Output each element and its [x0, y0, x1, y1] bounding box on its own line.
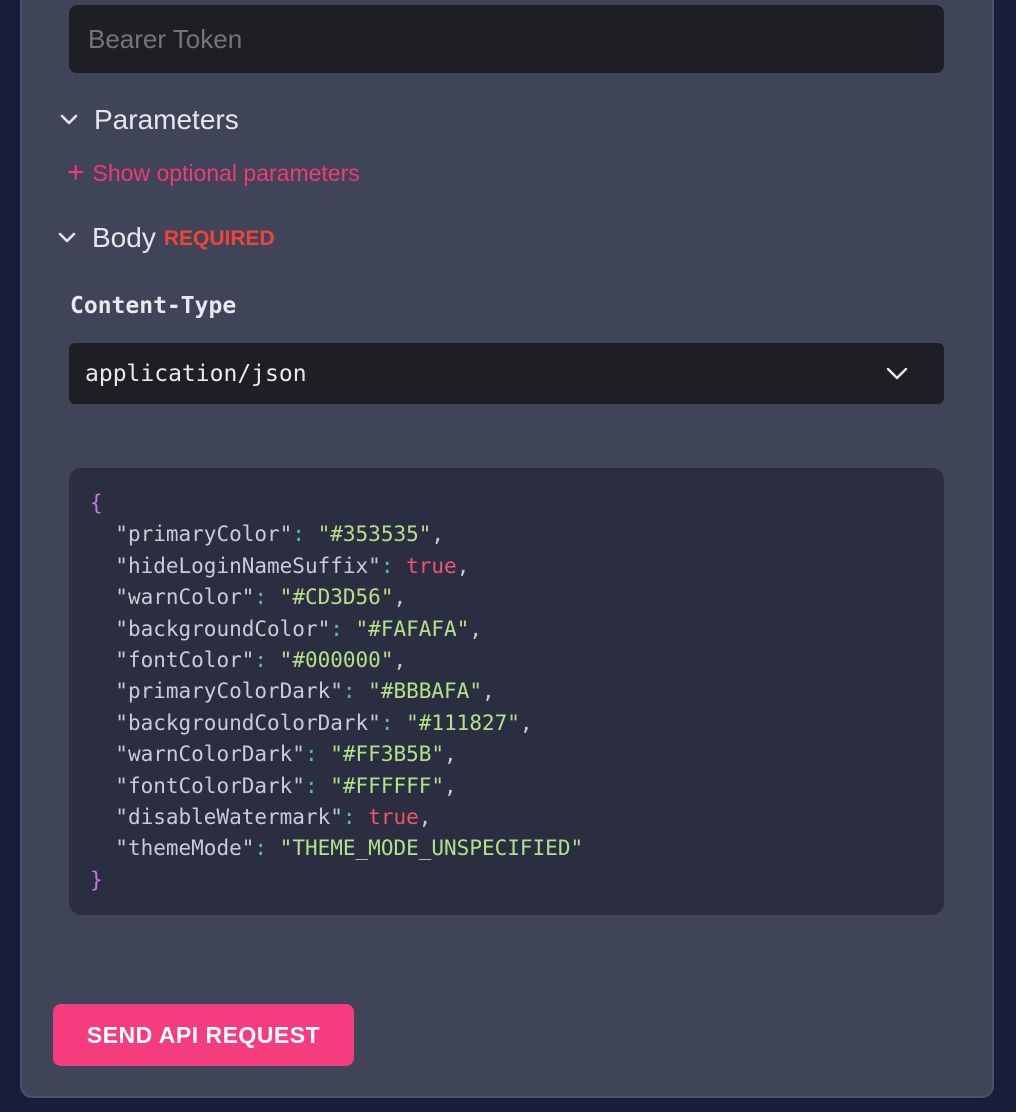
json-key: "primaryColor" — [115, 522, 293, 547]
content-type-value: application/json — [85, 360, 307, 387]
json-key: "hideLoginNameSuffix" — [115, 553, 381, 578]
json-value: "#FF3B5B" — [330, 742, 445, 767]
json-line: "disableWatermark": true, — [115, 805, 432, 830]
json-line: "hideLoginNameSuffix": true, — [115, 553, 470, 578]
send-api-request-button[interactable]: SEND API REQUEST — [53, 1004, 354, 1066]
plus-icon: + — [67, 156, 85, 189]
json-key: "warnColorDark" — [115, 742, 305, 767]
json-key: "themeMode" — [115, 836, 255, 861]
json-key: "backgroundColorDark" — [115, 710, 381, 735]
json-value: "#353535" — [317, 522, 432, 547]
json-line: "fontColorDark": "#FFFFFF", — [115, 773, 457, 798]
json-key: "warnColor" — [115, 585, 255, 610]
json-value: "#111827" — [406, 710, 520, 735]
request-body-editor[interactable]: { "primaryColor": "#353535", "hideLoginN… — [69, 468, 944, 915]
json-line: "backgroundColor": "#FAFAFA", — [115, 616, 482, 641]
bearer-token-input[interactable] — [69, 5, 944, 73]
show-optional-parameters-link[interactable]: + Show optional parameters — [67, 158, 360, 188]
json-key: "backgroundColor" — [115, 616, 331, 641]
json-close-brace: } — [90, 867, 103, 892]
content-type-select[interactable]: application/json — [69, 343, 944, 404]
json-line: "primaryColor": "#353535", — [115, 522, 445, 547]
json-line: "themeMode": "THEME_MODE_UNSPECIFIED" — [115, 836, 584, 861]
json-line: "warnColor": "#CD3D56", — [115, 585, 407, 610]
required-badge: REQUIRED — [163, 227, 275, 250]
json-line: "backgroundColorDark": "#111827", — [115, 710, 533, 735]
json-line: "warnColorDark": "#FF3B5B", — [115, 742, 457, 767]
parameters-title: Parameters — [94, 104, 239, 135]
content-type-label: Content-Type — [70, 293, 237, 319]
parameters-section-toggle[interactable]: Parameters — [60, 104, 239, 136]
body-section-toggle[interactable]: Body REQUIRED — [58, 222, 275, 254]
json-value: "#CD3D56" — [279, 585, 394, 610]
json-value: "#FAFAFA" — [355, 616, 470, 641]
json-lines: "primaryColor": "#353535", "hideLoginNam… — [90, 519, 944, 864]
body-title: Body — [92, 222, 156, 253]
json-value: "#FFFFFF" — [330, 773, 445, 798]
chevron-down-icon — [58, 232, 76, 243]
json-line: "fontColor": "#000000", — [115, 648, 407, 673]
json-value: true — [368, 805, 419, 830]
json-value: "#000000" — [279, 648, 394, 673]
json-value: "#BBBAFA" — [368, 679, 482, 704]
json-key: "disableWatermark" — [115, 805, 343, 830]
chevron-down-icon — [60, 114, 78, 125]
json-value: "THEME_MODE_UNSPECIFIED" — [279, 836, 584, 861]
json-value: true — [406, 553, 457, 578]
json-key: "fontColorDark" — [115, 773, 305, 798]
chevron-down-icon — [886, 367, 908, 379]
json-open-brace: { — [90, 491, 103, 515]
json-key: "primaryColorDark" — [115, 679, 343, 704]
json-line: "primaryColorDark": "#BBBAFA", — [115, 679, 495, 704]
json-key: "fontColor" — [115, 648, 255, 673]
show-optional-label: Show optional parameters — [92, 159, 360, 186]
